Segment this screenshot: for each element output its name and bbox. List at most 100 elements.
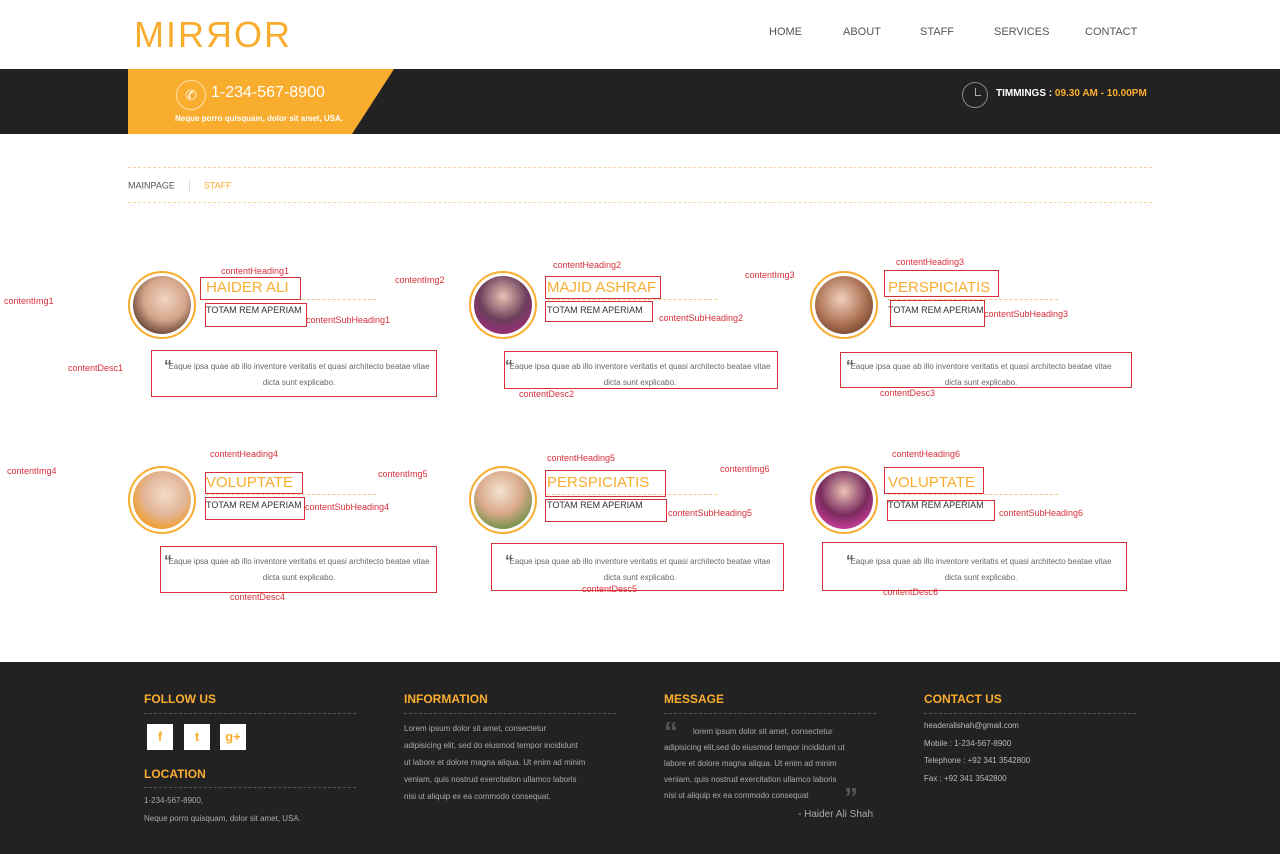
site-header: MIRЯOR HOME ABOUT STAFF SERVICES CONTACT	[0, 0, 1280, 69]
message-author: - Haider Ali Shah	[798, 809, 874, 820]
annotation-box	[205, 472, 303, 494]
divider	[924, 713, 1136, 714]
divider	[128, 202, 1152, 203]
annotation-box	[545, 276, 661, 299]
twitter-icon[interactable]: t	[184, 724, 210, 750]
annotation-label: contentImg2	[395, 275, 445, 285]
location-title: LOCATION	[144, 767, 206, 781]
location-line: 1-234-567-8900,	[144, 796, 204, 805]
annotation-label: contentImg3	[745, 270, 795, 280]
annotation-label: contentSubHeading5	[668, 508, 753, 518]
divider	[206, 494, 376, 495]
staff-photo	[128, 271, 196, 339]
annotation-label: contentHeading5	[547, 453, 616, 463]
breadcrumb: MAINPAGE STAFF	[128, 180, 232, 192]
annotation-box	[151, 350, 437, 397]
information-line: Lorem ipsum dolor sit amet, consectetur	[404, 724, 547, 733]
annotation-box	[545, 301, 653, 322]
divider	[128, 167, 1152, 168]
annotation-box	[205, 497, 305, 520]
timings-label: TIMMINGS :	[996, 88, 1055, 99]
staff-photo	[469, 271, 537, 339]
nav-staff[interactable]: STAFF	[920, 26, 954, 38]
nav-contact[interactable]: CONTACT	[1085, 26, 1137, 38]
site-footer: FOLLOW US f t g+ LOCATION 1-234-567-8900…	[0, 662, 1280, 854]
clock-icon	[962, 82, 988, 108]
annotation-label: contentHeading1	[221, 266, 290, 276]
nav-services[interactable]: SERVICES	[994, 26, 1049, 38]
annotation-label: contentImg1	[4, 296, 54, 306]
contact-fax: Fax : +92 341 3542800	[924, 773, 1007, 783]
information-title: INFORMATION	[404, 692, 488, 706]
information-line: veniam, quis nostrud exercitation ullamc…	[404, 775, 577, 784]
staff-photo	[810, 271, 878, 339]
annotation-label: contentDesc4	[230, 592, 286, 602]
annotation-label: contentImg6	[720, 464, 770, 474]
annotation-box	[890, 300, 985, 327]
info-bar: ✆ 1-234-567-8900 Neque porro quisquam, d…	[0, 69, 1280, 134]
annotation-box	[887, 500, 995, 521]
annotation-label: contentDesc1	[68, 363, 124, 373]
annotation-label: contentHeading2	[553, 260, 622, 270]
contact-email[interactable]: headeralishah@gmail.com	[924, 717, 1136, 735]
google-plus-icon[interactable]: g+	[220, 724, 246, 750]
divider	[664, 713, 876, 714]
phone-box: ✆ 1-234-567-8900 Neque porro quisquam, d…	[128, 69, 350, 134]
annotation-box	[200, 277, 301, 300]
breadcrumb-current: STAFF	[203, 180, 232, 191]
timings-value: 09.30 AM - 10.00PM	[1054, 88, 1147, 99]
annotation-label: contentSubHeading1	[306, 315, 391, 325]
annotation-box	[884, 467, 984, 494]
annotation-box	[545, 499, 667, 522]
location-line: Neque porro quisquam, dolor sit amet, US…	[144, 814, 301, 823]
divider	[144, 787, 356, 788]
logo[interactable]: MIRЯOR	[134, 14, 292, 56]
annotation-label: contentSubHeading6	[999, 508, 1084, 518]
annotation-label: contentImg4	[7, 466, 57, 476]
information-line: ut labore et dolore magna aliqua. Ut eni…	[404, 758, 586, 767]
annotation-label: contentSubHeading2	[659, 313, 744, 323]
nav-about[interactable]: ABOUT	[843, 26, 881, 38]
staff-photo	[469, 466, 537, 534]
annotation-box	[205, 303, 307, 327]
annotation-label: contentHeading3	[896, 257, 965, 267]
message-line: labore et dolore magna aliqua. Ut enim a…	[664, 759, 837, 768]
annotation-box	[491, 543, 784, 591]
annotation-box	[840, 352, 1132, 388]
information-line: adipisicing elit, sed do eiusmod tempor …	[404, 741, 578, 750]
phone-box-slant	[350, 69, 394, 134]
phone-number: 1-234-567-8900	[211, 84, 325, 101]
breadcrumb-mainpage[interactable]: MAINPAGE	[128, 180, 175, 190]
annotation-label: contentDesc3	[880, 388, 936, 398]
location-text: 1-234-567-8900, Neque porro quisquam, do…	[144, 792, 356, 828]
annotation-box	[504, 351, 778, 389]
staff-photo	[810, 466, 878, 534]
information-text: Lorem ipsum dolor sit amet, consectetur …	[404, 720, 624, 805]
annotation-label: contentSubHeading3	[984, 309, 1069, 319]
annotation-label: contentImg5	[378, 469, 428, 479]
contact-telephone: Telephone : +92 341 3542800	[924, 756, 1031, 765]
annotation-label: contentHeading4	[210, 449, 279, 459]
follow-title: FOLLOW US	[144, 692, 216, 706]
divider	[144, 713, 356, 714]
information-line: nisi ut aliquip ex ea commodo consequat.	[404, 792, 551, 801]
annotation-box	[160, 546, 437, 593]
annotation-label: contentDesc6	[883, 587, 939, 597]
nav-home[interactable]: HOME	[769, 26, 802, 38]
annotation-label: contentSubHeading4	[305, 502, 390, 512]
breadcrumb-separator	[188, 180, 190, 192]
message-line: adipisicing elit,sed do eiusmod tempor i…	[664, 743, 845, 752]
contact-text: headeralishah@gmail.com Mobile : 1-234-5…	[924, 717, 1136, 787]
message-line: lorem ipsum dolor sit amet, consectetur	[693, 727, 833, 736]
annotation-box	[545, 470, 666, 497]
page: MIRЯOR HOME ABOUT STAFF SERVICES CONTACT…	[0, 0, 1280, 854]
facebook-icon[interactable]: f	[147, 724, 173, 750]
divider	[888, 494, 1058, 495]
annotation-box	[822, 542, 1127, 591]
timings: TIMMINGS : 09.30 AM - 10.00PM	[996, 88, 1147, 99]
annotation-label: contentHeading6	[892, 449, 961, 459]
contact-title: CONTACT US	[924, 692, 1002, 706]
phone-address: Neque porro quisquam, dolor sit amet, US…	[175, 114, 344, 123]
staff-photo	[128, 466, 196, 534]
annotation-box	[884, 270, 999, 297]
